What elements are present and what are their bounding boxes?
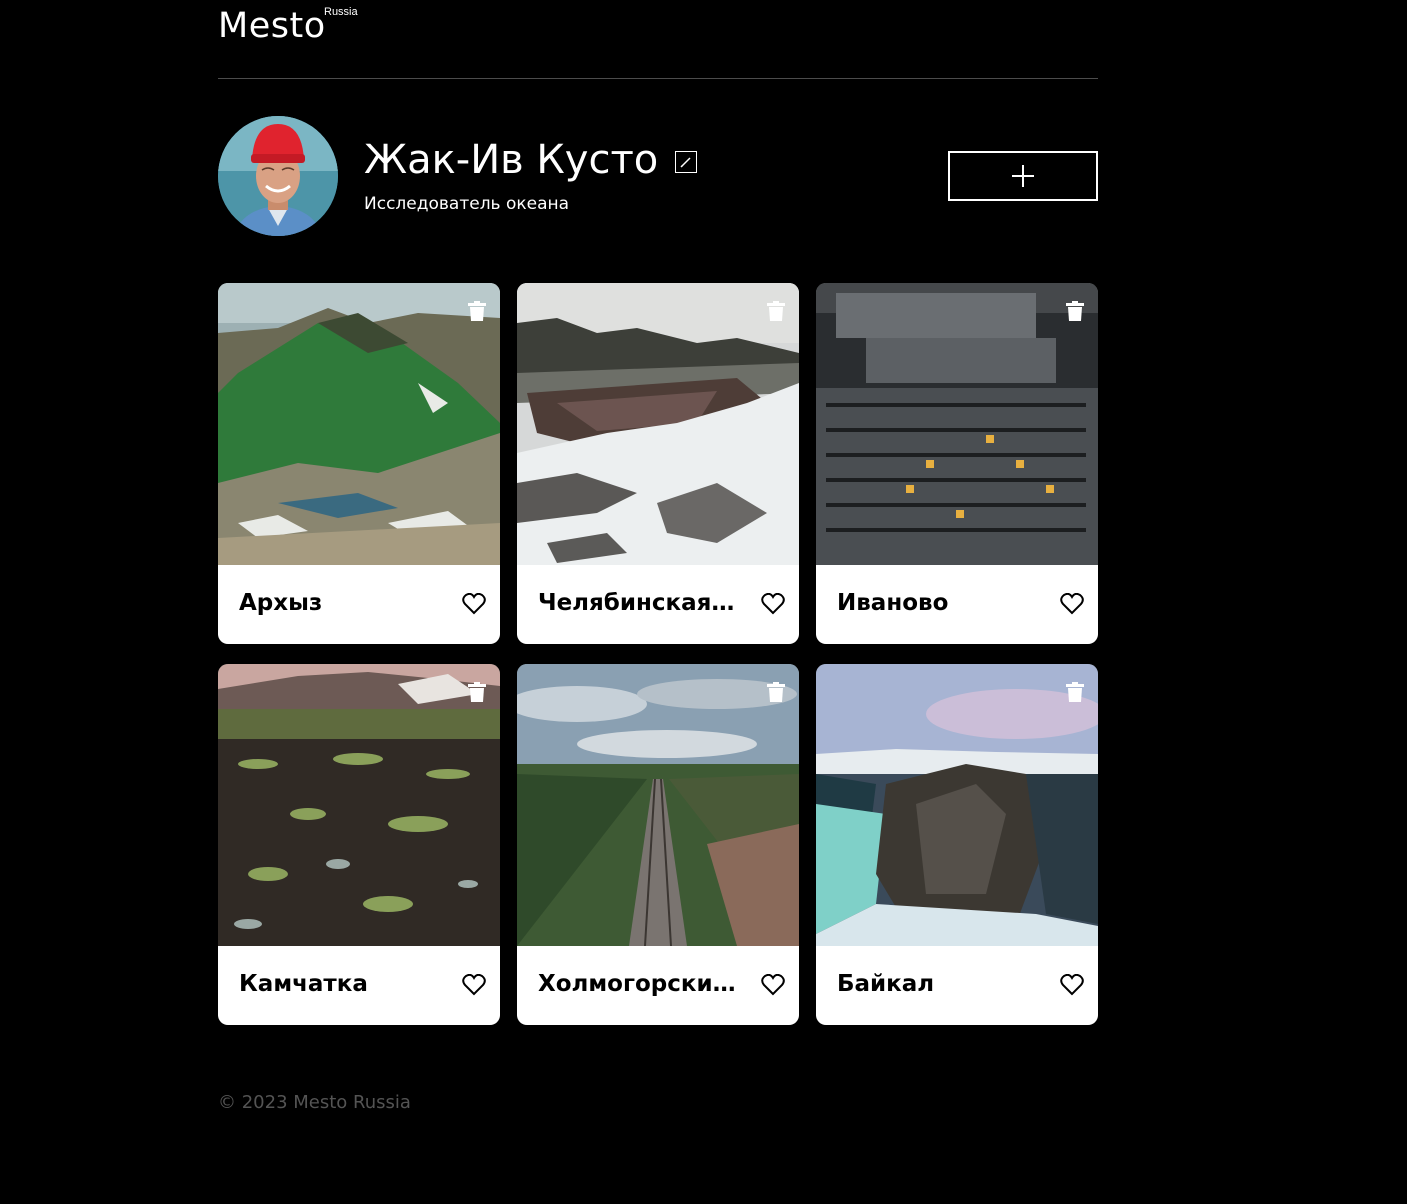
delete-card-button[interactable] — [1066, 301, 1084, 321]
trash-icon — [1066, 682, 1084, 702]
page: Mesto Russia Жак-Ив Кусто Исследователь … — [218, 0, 1098, 1113]
card-title: Камчатка — [239, 971, 368, 997]
plus-icon — [1012, 165, 1034, 187]
card-image[interactable] — [218, 664, 500, 946]
like-button[interactable] — [761, 973, 785, 996]
card-image[interactable] — [816, 664, 1098, 946]
heart-icon — [1060, 973, 1084, 996]
edit-profile-button[interactable] — [675, 151, 697, 173]
card-title: Челябинская … — [538, 590, 738, 616]
like-button[interactable] — [462, 592, 486, 615]
card-image[interactable] — [517, 283, 799, 565]
profile-about: Исследователь океана — [364, 194, 570, 214]
delete-card-button[interactable] — [468, 682, 486, 702]
card-image[interactable] — [517, 664, 799, 946]
card-title: Архыз — [239, 590, 323, 616]
like-button[interactable] — [761, 592, 785, 615]
delete-card-button[interactable] — [767, 682, 785, 702]
logo[interactable]: Mesto — [218, 6, 326, 46]
card: Камчатка — [218, 664, 500, 1025]
card: Байкал — [816, 664, 1098, 1025]
heart-icon — [462, 973, 486, 996]
delete-card-button[interactable] — [1066, 682, 1084, 702]
pencil-icon — [680, 157, 691, 168]
card-image[interactable] — [816, 283, 1098, 565]
like-button[interactable] — [462, 973, 486, 996]
heart-icon — [1060, 592, 1084, 615]
card: Иваново — [816, 283, 1098, 644]
heart-icon — [761, 592, 785, 615]
cards-grid: Архыз Челябинская … Иваново Камчатка Хол… — [218, 283, 1098, 1025]
profile-name: Жак-Ив Кусто — [364, 137, 659, 183]
trash-icon — [767, 301, 785, 321]
profile: Жак-Ив Кусто Исследователь океана — [218, 79, 1098, 283]
heart-icon — [761, 973, 785, 996]
avatar[interactable] — [218, 116, 338, 236]
add-card-button[interactable] — [948, 151, 1098, 201]
trash-icon — [468, 301, 486, 321]
card: Архыз — [218, 283, 500, 644]
header: Mesto Russia — [218, 0, 1098, 79]
copyright: © 2023 Mesto Russia — [218, 1092, 411, 1113]
trash-icon — [468, 682, 486, 702]
card-title: Холмогорски… — [538, 971, 736, 997]
like-button[interactable] — [1060, 592, 1084, 615]
card: Холмогорски… — [517, 664, 799, 1025]
trash-icon — [767, 682, 785, 702]
heart-icon — [462, 592, 486, 615]
delete-card-button[interactable] — [468, 301, 486, 321]
card: Челябинская … — [517, 283, 799, 644]
logo-superscript: Russia — [324, 6, 358, 18]
trash-icon — [1066, 301, 1084, 321]
delete-card-button[interactable] — [767, 301, 785, 321]
card-title: Иваново — [837, 590, 949, 616]
card-image[interactable] — [218, 283, 500, 565]
card-title: Байкал — [837, 971, 935, 997]
like-button[interactable] — [1060, 973, 1084, 996]
footer: © 2023 Mesto Russia — [218, 1092, 1098, 1113]
